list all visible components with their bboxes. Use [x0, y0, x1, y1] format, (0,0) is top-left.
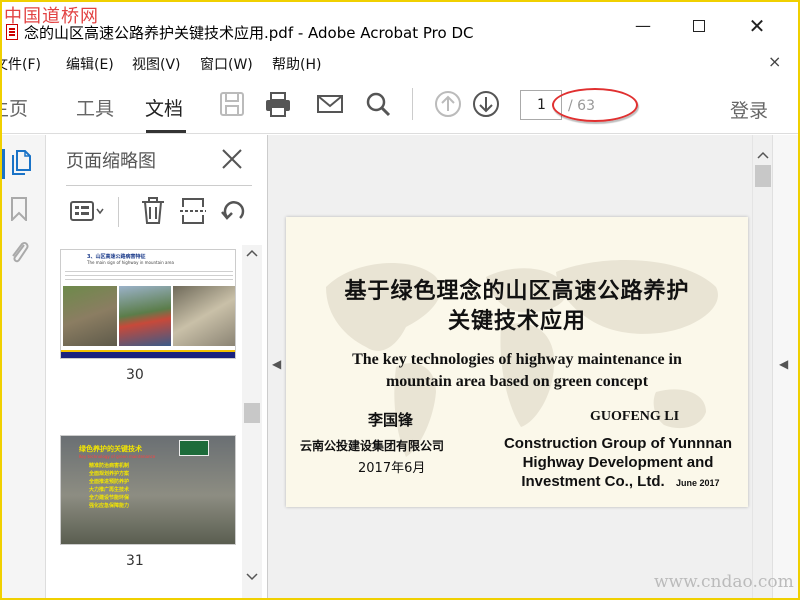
menu-bar: 文件(F) 编辑(E) 视图(V) 窗口(W) 帮助(H) × — [2, 50, 798, 76]
thumbnail-body-text — [65, 268, 233, 282]
panel-divider — [66, 185, 252, 186]
watermark-bottom: www.cndao.com — [654, 572, 794, 592]
toolbar-divider — [118, 197, 119, 227]
thumbnail-list-item: 强化应急保障能力 — [89, 503, 130, 509]
date-english: June 2017 — [676, 478, 720, 488]
pdf-file-icon — [6, 24, 18, 40]
organization-english-line: Construction Group of Yunnnan — [503, 435, 733, 452]
thumbnail-subheading: Key technology of green maintenance — [79, 454, 156, 459]
expand-right-pane-icon[interactable]: ◀ — [779, 357, 788, 371]
delete-page-icon[interactable] — [140, 197, 166, 225]
thumbnail-subheading: The main sign of highway in mountain are… — [87, 260, 174, 265]
active-nav-indicator — [2, 149, 5, 179]
next-page-icon[interactable] — [472, 90, 500, 118]
thumbnail-photo — [63, 286, 117, 346]
thumbnail-list-item: 大力推广再生技术 — [89, 487, 130, 493]
scroll-down-icon[interactable] — [246, 573, 258, 581]
tab-document[interactable]: 文档 — [145, 94, 183, 121]
red-highlight-ellipse — [552, 88, 638, 122]
bookmarks-icon[interactable] — [10, 197, 28, 221]
options-menu-icon[interactable] — [70, 199, 106, 223]
thumbnail-list-item: 全力建设节能环保 — [89, 495, 130, 501]
collapse-left-pane-icon[interactable]: ◀ — [272, 357, 281, 371]
tab-tools[interactable]: 工具 — [76, 94, 114, 121]
thumbnail-heading: 绿色养护的关键技术 — [79, 445, 142, 453]
previous-page-icon[interactable] — [434, 90, 462, 118]
maximize-icon — [693, 20, 705, 32]
window-title: 念的山区高速公路养护关键技术应用.pdf - Adobe Acrobat Pro… — [24, 24, 474, 42]
title-bar: 中国道桥网 念的山区高速公路养护关键技术应用.pdf - Adobe Acrob… — [2, 2, 798, 48]
extract-pages-icon[interactable] — [180, 197, 206, 225]
attachments-icon[interactable] — [8, 237, 30, 265]
active-tab-indicator — [146, 130, 186, 133]
email-icon[interactable] — [316, 90, 344, 118]
organization-chinese: 云南公投建设集团有限公司 — [300, 439, 445, 453]
scrollbar-thumb[interactable] — [244, 403, 260, 423]
thumbnail-scrollbar[interactable] — [242, 245, 262, 598]
minimize-button[interactable]: — — [620, 10, 666, 42]
thumbnail-footer-bar — [61, 350, 235, 358]
search-icon[interactable] — [364, 90, 392, 118]
thumbnail-page-number: 31 — [126, 553, 144, 569]
print-icon[interactable] — [264, 90, 292, 118]
login-button[interactable]: 登录 — [730, 96, 768, 123]
document-title-line: 基于绿色理念的山区高速公路养护 — [344, 278, 690, 304]
close-document-button[interactable]: × — [768, 52, 781, 71]
scrollbar-thumb[interactable] — [755, 165, 771, 187]
thumbnail-heading: 3、山区高速公路病害特征 — [87, 254, 146, 260]
document-english-title-line: The key technologies of highway maintena… — [352, 351, 682, 368]
panel-title: 页面缩略图 — [66, 151, 156, 172]
main-toolbar: 主页 工具 文档 — [2, 76, 798, 134]
author-name-english: GUOFENG LI — [590, 409, 680, 424]
thumbnail-page-number: 30 — [126, 367, 144, 383]
thumbnail-list-item: 精准防治病害机制 — [89, 463, 130, 469]
page-thumbnails-icon[interactable] — [10, 149, 32, 177]
organization-english-line: Investment Co., Ltd. — [521, 473, 665, 490]
document-view[interactable]: ◀ 基于绿色理念的山区高速公路养护 关键技术应用 The key technol… — [268, 135, 798, 598]
toolbar-divider — [412, 88, 413, 120]
document-scrollbar[interactable] — [752, 135, 772, 598]
page-thumbnail-31[interactable]: 绿色养护的关键技术 Key technology of green mainte… — [60, 435, 236, 545]
thumbnail-list-item: 全面规划养护方案 — [89, 471, 130, 477]
maximize-button[interactable] — [676, 10, 722, 42]
menu-help[interactable]: 帮助(H) — [272, 54, 321, 74]
tab-home[interactable]: 主页 — [2, 94, 28, 121]
scroll-up-icon[interactable] — [246, 249, 258, 257]
thumbnail-list-item: 全面推进预防养护 — [89, 479, 130, 485]
right-pane-strip: ◀ — [772, 135, 798, 598]
document-title-line: 关键技术应用 — [447, 308, 586, 334]
pdf-page: 基于绿色理念的山区高速公路养护 关键技术应用 The key technolog… — [286, 217, 748, 507]
close-window-button[interactable]: ✕ — [734, 10, 780, 42]
menu-edit[interactable]: 编辑(E) — [66, 54, 114, 74]
app-window: 中国道桥网 念的山区高速公路养护关键技术应用.pdf - Adobe Acrob… — [0, 0, 800, 600]
scroll-up-icon[interactable] — [757, 151, 769, 159]
organization-english-line: Highway Development and — [522, 454, 714, 471]
page-thumbnail-30[interactable]: 3、山区高速公路病害特征 The main sign of highway in… — [60, 249, 236, 359]
thumbnail-sign — [179, 440, 209, 456]
thumbnail-toolbar — [66, 195, 256, 229]
menu-view[interactable]: 视图(V) — [132, 54, 181, 74]
navigation-pane-strip — [2, 135, 46, 598]
rotate-page-icon[interactable] — [220, 198, 248, 224]
date-chinese: 2017年6月 — [358, 461, 426, 476]
thumbnail-list: 精准防治病害机制 全面规划养护方案 全面推进预防养护 大力推广再生技术 全力建设… — [89, 462, 129, 510]
menu-window[interactable]: 窗口(W) — [200, 54, 253, 74]
author-name-chinese: 李国锋 — [368, 411, 414, 429]
close-panel-icon[interactable] — [220, 147, 244, 171]
page-thumbnails-panel: 页面缩略图 3、山区高速公路病害特征 The main sign of high… — [46, 135, 268, 598]
save-icon[interactable] — [218, 90, 246, 118]
thumbnail-photo — [173, 286, 235, 346]
document-english-title-line: mountain area based on green concept — [385, 373, 649, 390]
thumbnail-photo — [119, 286, 171, 346]
menu-file[interactable]: 文件(F) — [2, 54, 41, 74]
